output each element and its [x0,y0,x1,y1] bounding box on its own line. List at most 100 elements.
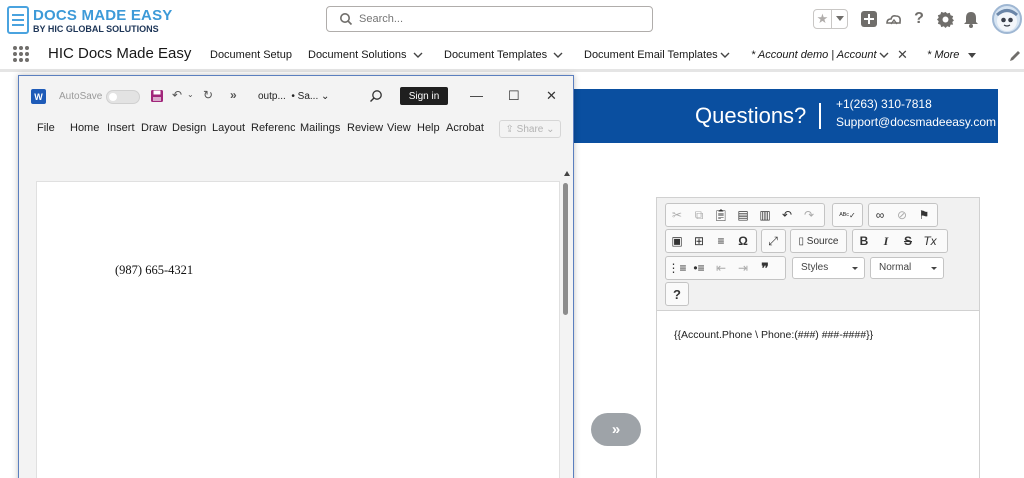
maximize-group: ⤢ [761,229,786,253]
close-tab-icon[interactable]: ✕ [897,47,908,63]
tab-layout[interactable]: Layout [212,122,245,134]
format-label: Normal [879,262,912,273]
insert-group: ▣ ⊞ ≡ Ω [665,229,757,253]
search-input[interactable] [359,7,639,31]
autosave-toggle[interactable] [106,90,140,104]
unlink-icon[interactable]: ⊘ [891,204,913,226]
tab-file[interactable]: File [37,122,55,134]
maximize-icon[interactable]: ☐ [508,88,520,104]
horizontal-line-icon[interactable]: ≡ [710,230,732,252]
document-phone-text[interactable]: (987) 665-4321 [115,263,193,278]
share-button[interactable]: ⇪ Share ⌄ [499,120,561,138]
tab-references[interactable]: Reference [251,122,295,134]
scroll-up-arrow-icon[interactable] [564,171,570,176]
chevron-down-icon[interactable] [878,49,890,61]
vertical-scrollbar[interactable] [561,171,573,478]
decrease-indent-icon[interactable]: ⇤ [710,257,732,279]
save-status: • Sa... [291,91,319,102]
trailhead-cloud-icon[interactable] [884,9,904,29]
global-search[interactable] [326,6,653,32]
styles-dropdown[interactable]: Styles [792,257,865,279]
tab-design[interactable]: Design [172,122,206,134]
nav-item-more[interactable]: * More [927,49,959,61]
clipboard-group: ✂ ⧉ 📋︎ ▤ ▥ ↶ ↷ [665,203,825,227]
search-icon[interactable] [369,89,383,103]
chevron-down-icon[interactable] [719,49,731,61]
save-icon[interactable] [150,89,164,103]
help-icon[interactable]: ? [909,9,929,29]
link-icon[interactable]: ∞ [869,204,891,226]
close-icon[interactable]: ✕ [546,88,557,104]
undo-icon[interactable]: ↶ [172,88,182,102]
app-launcher-icon[interactable] [12,45,30,63]
undo-dropdown-icon[interactable]: ⌄ [187,90,194,99]
caret-down-icon[interactable] [966,49,978,61]
tab-draw[interactable]: Draw [141,122,167,134]
editor-help-button[interactable]: ? [666,283,688,305]
strikethrough-icon[interactable]: S [897,230,919,252]
numbered-list-icon[interactable]: ⋮≡ [666,257,688,279]
paste-text-icon[interactable]: ▤ [732,204,754,226]
source-button[interactable]: ▯ Source [791,230,846,252]
document-filename[interactable]: outp... • Sa... ⌄ [258,91,329,102]
tab-home[interactable]: Home [70,122,99,134]
cut-icon[interactable]: ✂ [666,204,688,226]
user-avatar[interactable] [992,4,1022,34]
tab-account-demo[interactable]: * Account demo | Account [751,49,877,61]
favorites-dropdown-icon[interactable] [832,10,847,28]
format-dropdown[interactable]: Normal [870,257,944,279]
spellcheck-icon[interactable]: ᴬᴮᶜ✓ [833,204,862,226]
move-right-button[interactable]: » [591,413,641,446]
chevron-down-icon[interactable] [552,49,564,61]
image-icon[interactable]: ▣ [666,230,688,252]
more-commands-icon[interactable]: » [230,88,237,102]
tab-review[interactable]: Review [347,122,383,134]
global-actions-add-icon[interactable] [859,9,879,29]
table-icon[interactable]: ⊞ [688,230,710,252]
editor-content[interactable]: {{Account.Phone \ Phone:(###) ###-####}} [674,329,873,341]
bold-icon[interactable]: B [853,230,875,252]
increase-indent-icon[interactable]: ⇥ [732,257,754,279]
nav-item-document-solutions[interactable]: Document Solutions [308,49,406,61]
nav-item-document-templates[interactable]: Document Templates [444,49,547,61]
nav-item-document-email-templates[interactable]: Document Email Templates [584,49,718,61]
italic-icon[interactable]: I [875,230,897,252]
document-page[interactable]: (987) 665-4321 [36,181,560,478]
favorite-star-icon[interactable]: ★ [814,10,832,28]
tab-mailings[interactable]: Mailings [300,122,340,134]
special-char-omega-icon[interactable]: Ω [732,230,754,252]
paste-icon[interactable]: 📋︎ [710,204,732,226]
nav-item-document-setup[interactable]: Document Setup [210,49,292,61]
logo-document-icon [7,6,29,34]
sign-in-button[interactable]: Sign in [400,87,448,105]
help-group: ? [665,282,689,306]
banner-email[interactable]: Support@docsmadeeasy.com [836,115,996,129]
scroll-thumb[interactable] [563,183,568,315]
minimize-icon[interactable]: — [470,88,483,103]
tab-insert[interactable]: Insert [107,122,135,134]
maximize-icon[interactable]: ⤢ [762,230,784,252]
logo[interactable]: DOCS MADE EASY BY HIC GLOBAL SOLUTIONS [5,4,172,36]
tab-help[interactable]: Help [417,122,440,134]
list-group: ⋮≡ •≡ ⇤ ⇥ ❞ [665,256,786,280]
edit-nav-pencil-icon[interactable] [1008,49,1022,63]
tab-acrobat[interactable]: Acrobat [446,122,484,134]
word-window: W AutoSave ↶ ⌄ ↻ » outp... • Sa... ⌄ Sig… [18,75,574,478]
bullet-list-icon[interactable]: •≡ [688,257,710,279]
paste-word-icon[interactable]: ▥ [754,204,776,226]
share-label: Share [516,123,544,135]
editor-toolbar: ✂ ⧉ 📋︎ ▤ ▥ ↶ ↷ ᴬᴮᶜ✓ ∞ ⊘ ⚑ ▣ ⊞ ≡ Ω ⤢ ▯ So… [657,198,979,311]
copy-icon[interactable]: ⧉ [688,204,710,226]
anchor-flag-icon[interactable]: ⚑ [913,204,935,226]
chevron-down-icon[interactable] [412,49,424,61]
source-group: ▯ Source [790,229,847,253]
redo-icon[interactable]: ↷ [798,204,820,226]
app-window: DOCS MADE EASY BY HIC GLOBAL SOLUTIONS ★… [0,0,1024,478]
notifications-bell-icon[interactable] [961,9,981,29]
blockquote-icon[interactable]: ❞ [754,257,776,279]
tab-view[interactable]: View [387,122,411,134]
undo-icon[interactable]: ↶ [776,204,798,226]
remove-format-icon[interactable]: Tx [919,230,941,252]
redo-icon[interactable]: ↻ [203,88,213,102]
setup-gear-icon[interactable] [935,9,955,29]
